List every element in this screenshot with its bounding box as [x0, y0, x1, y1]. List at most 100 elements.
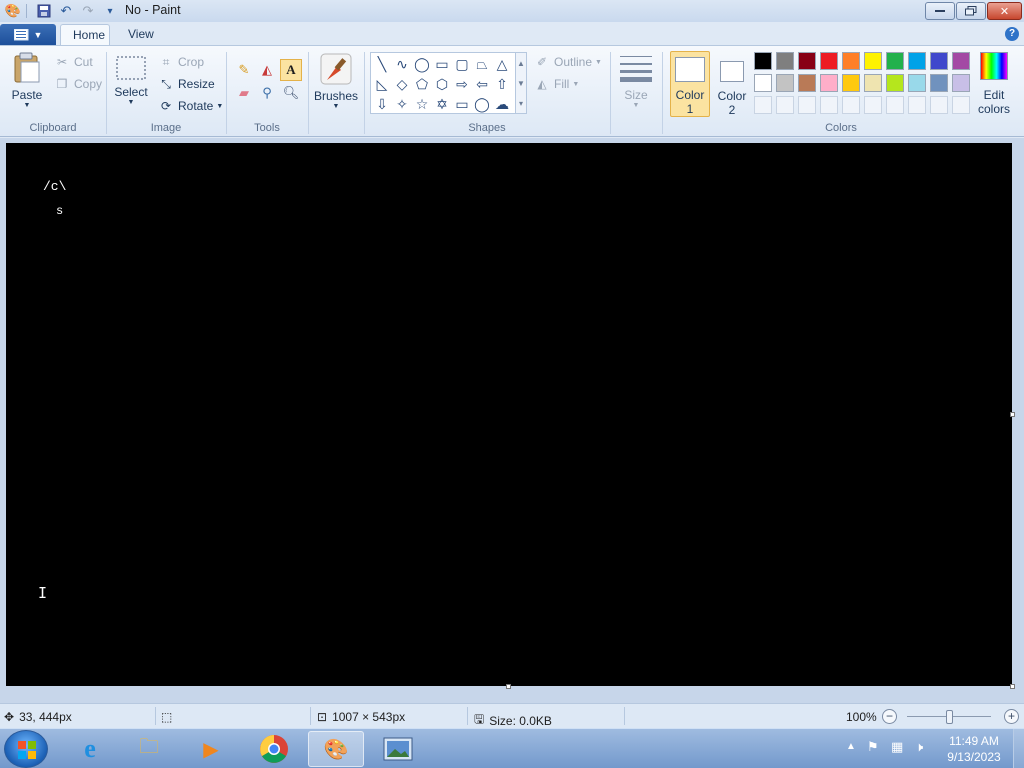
palette-swatch[interactable]	[864, 52, 882, 70]
palette-swatch[interactable]	[776, 74, 794, 92]
resize-handle-bottom[interactable]	[506, 684, 511, 689]
eraser-tool[interactable]: ▰	[233, 82, 255, 104]
up-arrow-shape-icon[interactable]: ⇧	[492, 74, 512, 94]
palette-swatch[interactable]	[952, 74, 970, 92]
custom-color-slot[interactable]	[908, 96, 926, 114]
size-button[interactable]: Size ▼	[618, 54, 654, 109]
tab-view[interactable]: View	[116, 24, 166, 46]
expand-gallery-icon[interactable]: ▾	[519, 99, 523, 108]
paint-menu-button[interactable]: ▼	[0, 24, 56, 45]
fill-tool[interactable]: ◭	[256, 59, 278, 81]
resize-button[interactable]: ⤡ Resize	[158, 76, 215, 92]
five-point-star-shape-icon[interactable]: ☆	[412, 94, 432, 114]
pencil-tool[interactable]: ✎	[233, 59, 255, 81]
taskbar-internet-explorer[interactable]: e	[62, 731, 118, 767]
palette-swatch[interactable]	[930, 52, 948, 70]
zoom-in-icon[interactable]: +	[1004, 709, 1019, 724]
taskbar-file-explorer[interactable]: 🗀	[121, 731, 177, 767]
show-hidden-icons-icon[interactable]: ▲	[846, 741, 856, 752]
six-point-star-shape-icon[interactable]: ✡	[432, 94, 452, 114]
hexagon-shape-icon[interactable]: ⬡	[432, 74, 452, 94]
drawing-canvas[interactable]: /c\ s I	[6, 143, 1012, 686]
paint-app-icon[interactable]: 🎨	[4, 2, 22, 20]
outline-button[interactable]: ✐ Outline ▼	[534, 54, 602, 70]
palette-swatch[interactable]	[754, 52, 772, 70]
tab-home[interactable]: Home	[60, 24, 110, 46]
taskbar-chrome[interactable]	[246, 731, 302, 767]
palette-swatch[interactable]	[820, 74, 838, 92]
custom-color-slot[interactable]	[820, 96, 838, 114]
rounded-rectangle-shape-icon[interactable]: ▢	[452, 54, 472, 74]
show-desktop-button[interactable]	[1013, 729, 1024, 768]
palette-swatch[interactable]	[908, 52, 926, 70]
rectangle-shape-icon[interactable]: ▭	[432, 54, 452, 74]
taskbar-photo-viewer[interactable]	[370, 731, 426, 767]
polygon-shape-icon[interactable]: ⏢	[472, 54, 492, 74]
down-arrow-shape-icon[interactable]: ⇩	[372, 94, 392, 114]
palette-swatch[interactable]	[930, 74, 948, 92]
custom-color-slot[interactable]	[754, 96, 772, 114]
right-triangle-shape-icon[interactable]: ◺	[372, 74, 392, 94]
save-icon[interactable]	[35, 2, 53, 20]
cut-button[interactable]: ✂ Cut	[54, 54, 93, 70]
copy-button[interactable]: ❐ Copy	[54, 76, 102, 92]
close-button[interactable]: ✕	[987, 2, 1022, 20]
palette-swatch[interactable]	[820, 52, 838, 70]
resize-handle-right[interactable]	[1010, 412, 1015, 417]
right-arrow-shape-icon[interactable]: ⇨	[452, 74, 472, 94]
palette-swatch[interactable]	[798, 52, 816, 70]
palette-swatch[interactable]	[776, 52, 794, 70]
palette-swatch[interactable]	[952, 52, 970, 70]
diamond-shape-icon[interactable]: ◇	[392, 74, 412, 94]
volume-muted-icon[interactable]: 🕨︎	[915, 739, 923, 755]
rounded-callout-shape-icon[interactable]: ▭	[452, 94, 472, 114]
minimize-button[interactable]	[925, 2, 955, 20]
custom-color-slot[interactable]	[952, 96, 970, 114]
clock[interactable]: 11:49 AM 9/13/2023	[937, 733, 1011, 765]
scroll-up-icon[interactable]: ▲	[517, 59, 525, 68]
palette-swatch[interactable]	[842, 74, 860, 92]
magnifier-tool[interactable]: 🔍︎	[280, 82, 302, 104]
network-icon[interactable]: ▦	[891, 739, 903, 755]
palette-swatch[interactable]	[908, 74, 926, 92]
pentagon-shape-icon[interactable]: ⬠	[412, 74, 432, 94]
fill-button[interactable]: ◭ Fill ▼	[534, 76, 579, 92]
color-picker-tool[interactable]: ⚲	[256, 82, 278, 104]
undo-icon[interactable]: ↶	[57, 2, 75, 20]
palette-swatch[interactable]	[754, 74, 772, 92]
triangle-shape-icon[interactable]: △	[492, 54, 512, 74]
select-button[interactable]: Select ▼	[114, 56, 148, 106]
palette-swatch[interactable]	[798, 74, 816, 92]
paste-button[interactable]: Paste ▼	[10, 52, 44, 109]
text-tool[interactable]: A	[280, 59, 302, 81]
cloud-callout-shape-icon[interactable]: ☁	[492, 94, 512, 114]
edit-colors-button[interactable]: Edit colors	[976, 52, 1012, 116]
palette-swatch[interactable]	[886, 52, 904, 70]
custom-color-slot[interactable]	[930, 96, 948, 114]
palette-swatch[interactable]	[842, 52, 860, 70]
palette-swatch[interactable]	[886, 74, 904, 92]
oval-shape-icon[interactable]: ◯	[412, 54, 432, 74]
restore-button[interactable]	[956, 2, 986, 20]
scroll-down-icon[interactable]: ▼	[517, 79, 525, 88]
crop-button[interactable]: ⌗ Crop	[158, 54, 204, 70]
color1-button[interactable]: Color 1	[670, 51, 710, 117]
zoom-out-icon[interactable]: −	[882, 709, 897, 724]
custom-color-slot[interactable]	[798, 96, 816, 114]
help-icon[interactable]: ?	[1005, 27, 1019, 41]
color2-button[interactable]: Color 2	[714, 51, 750, 117]
four-point-star-shape-icon[interactable]: ✧	[392, 94, 412, 114]
line-shape-icon[interactable]: ╲	[372, 54, 392, 74]
customize-qat-icon[interactable]: ▾	[101, 2, 119, 20]
brushes-button[interactable]: Brushes ▼	[314, 52, 358, 110]
curve-shape-icon[interactable]: ∿	[392, 54, 412, 74]
start-button[interactable]	[4, 730, 48, 768]
rotate-button[interactable]: ⟳ Rotate ▼	[158, 98, 223, 114]
resize-handle-corner[interactable]	[1010, 684, 1015, 689]
action-center-flag-icon[interactable]: ⚑	[867, 739, 879, 755]
oval-callout-shape-icon[interactable]: ◯	[472, 94, 492, 114]
taskbar-paint[interactable]: 🎨	[308, 731, 364, 767]
palette-swatch[interactable]	[864, 74, 882, 92]
zoom-slider-thumb[interactable]	[946, 710, 953, 724]
custom-color-slot[interactable]	[776, 96, 794, 114]
